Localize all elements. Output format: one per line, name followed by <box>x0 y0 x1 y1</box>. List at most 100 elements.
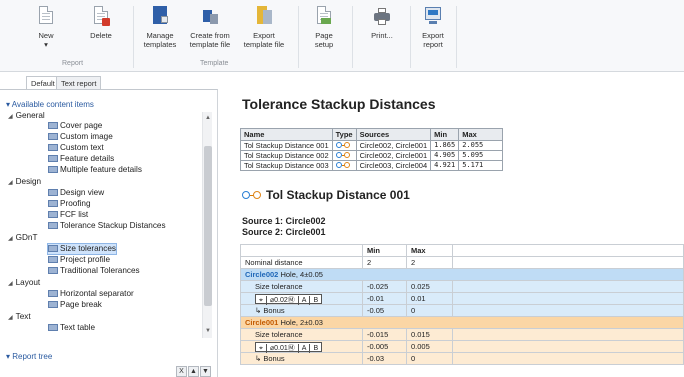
move-down-button[interactable]: ▼ <box>200 366 211 377</box>
report-preview: Tolerance Stackup Distances Name Type So… <box>232 90 684 377</box>
content-items-scrollbar[interactable]: ▲ ▼ <box>202 112 212 338</box>
list-item[interactable]: Traditional Tolerances <box>48 266 140 276</box>
list-item[interactable]: Cover page <box>48 121 102 131</box>
circle-link[interactable]: Circle002 <box>245 270 278 279</box>
page-setup-button[interactable]: Page setup <box>310 6 338 49</box>
expand-triangle-icon: ◢ <box>8 114 13 120</box>
stackup-icon <box>48 222 58 229</box>
distance-type-icon <box>242 191 262 200</box>
list-item-selected[interactable]: Size tolerances <box>47 243 117 255</box>
page-title: Tolerance Stackup Distances <box>242 96 436 112</box>
category-layout[interactable]: ◢ Layout <box>8 278 40 288</box>
list-item[interactable]: Text table <box>48 323 95 333</box>
ribbon-separator <box>456 6 457 68</box>
feature-icon <box>48 155 58 162</box>
export-report-icon <box>424 6 442 28</box>
list-item[interactable]: Design view <box>48 188 104 198</box>
manage-templates-icon <box>151 6 169 28</box>
delete-document-icon <box>92 6 110 28</box>
table-row: Size tolerance -0.015 0.015 <box>240 328 684 342</box>
printer-icon <box>373 6 391 28</box>
available-content-header[interactable]: ▾ Available content items <box>6 100 94 109</box>
new-document-icon <box>37 6 55 28</box>
position-icon: ⌖ <box>256 296 267 306</box>
export-report-button[interactable]: Export report <box>418 6 448 49</box>
image-icon <box>48 133 58 140</box>
table-header-row: Min Max <box>240 244 684 257</box>
list-item[interactable]: Proofing <box>48 199 91 209</box>
cover-page-icon <box>48 122 58 129</box>
table-row: Size tolerance -0.025 0.025 <box>240 280 684 293</box>
category-gdnt[interactable]: ◢ GDnT <box>8 233 37 243</box>
ribbon-separator <box>133 6 134 68</box>
size-tolerance-icon <box>48 245 58 252</box>
proofing-icon <box>48 200 58 207</box>
list-item[interactable]: Horizontal separator <box>48 289 134 299</box>
distance-type-icon <box>335 162 350 169</box>
category-text[interactable]: ◢ Text <box>8 312 31 322</box>
create-from-template-icon <box>201 6 219 28</box>
report-tree-header[interactable]: ▾ Report tree <box>6 352 52 361</box>
category-design[interactable]: ◢ Design <box>8 177 41 187</box>
tab-text-report[interactable]: Text report <box>56 76 102 89</box>
ribbon-separator <box>298 6 299 68</box>
move-up-button[interactable]: ▲ <box>188 366 199 377</box>
separator-icon <box>48 290 58 297</box>
list-item[interactable]: FCF list <box>48 210 88 220</box>
list-item[interactable]: Feature details <box>48 154 114 164</box>
table-row: ⌖ ⌀0.02Ⓜ A B -0.01 0.01 <box>240 292 684 306</box>
manage-templates-button[interactable]: Manage templates <box>142 6 178 49</box>
scroll-thumb[interactable] <box>204 146 212 306</box>
column-header: Min <box>362 244 407 257</box>
table-row: ↳ Bonus -0.05 0 <box>240 304 684 318</box>
position-icon: ⌖ <box>256 344 267 354</box>
column-header: Min <box>430 128 460 141</box>
list-item[interactable]: Multiple feature details <box>48 165 142 175</box>
new-button[interactable]: New ▾ <box>34 6 58 49</box>
detail-title: Tol Stackup Distance 001 <box>242 188 410 202</box>
source-2-label: Source 2: Circle001 <box>242 227 326 237</box>
list-item[interactable]: Custom text <box>48 143 104 153</box>
remove-button[interactable]: X <box>176 366 187 377</box>
create-from-template-button[interactable]: Create from template file <box>188 6 232 49</box>
table-row: ⌖ ⌀0.01Ⓜ A B -0.005 0.005 <box>240 340 684 354</box>
column-header: Max <box>458 128 504 141</box>
group-label-template: Template <box>200 60 229 67</box>
list-item[interactable]: Page break <box>48 300 102 310</box>
delete-button[interactable]: Delete <box>86 6 116 40</box>
column-header: Max <box>406 244 453 257</box>
export-template-icon <box>255 6 273 28</box>
tolerance-icon <box>48 267 58 274</box>
ribbon-separator <box>410 6 411 68</box>
page-break-icon <box>48 301 58 308</box>
list-item[interactable]: Project profile <box>48 255 110 265</box>
feature-control-frame: ⌖ ⌀0.01Ⓜ A B <box>255 342 323 354</box>
table-row: Tol Stackup Distance 002 Circle002, Circ… <box>240 150 504 161</box>
table-row: Circle002 Hole, 4±0.05 <box>240 268 684 281</box>
circle-link[interactable]: Circle001 <box>245 318 278 327</box>
table-row: Nominal distance 2 2 <box>240 256 684 269</box>
text-icon <box>48 144 58 151</box>
detail-table: Min Max Nominal distance 2 2 Circle002 H… <box>240 244 684 366</box>
scroll-down-arrow-icon[interactable]: ▼ <box>204 327 212 336</box>
table-row: Tol Stackup Distance 003 Circle003, Circ… <box>240 160 504 171</box>
column-header: Name <box>240 128 333 141</box>
column-header: Sources <box>355 128 432 141</box>
group-label-report: Report <box>62 60 84 67</box>
table-row: Tol Stackup Distance 001 Circle002, Circ… <box>240 140 504 151</box>
export-template-button[interactable]: Export template file <box>242 6 286 49</box>
feature-icon <box>48 166 58 173</box>
page-setup-icon <box>315 6 333 28</box>
expand-triangle-icon: ◢ <box>8 315 13 321</box>
tab-default[interactable]: Default <box>26 76 60 89</box>
category-general[interactable]: ◢ General <box>8 111 45 121</box>
list-item[interactable]: Custom image <box>48 132 113 142</box>
scroll-up-arrow-icon[interactable]: ▲ <box>204 114 212 123</box>
print-button[interactable]: Print... <box>368 6 396 40</box>
list-item[interactable]: Tolerance Stackup Distances <box>48 221 166 231</box>
expand-triangle-icon: ◢ <box>8 236 13 242</box>
table-icon <box>48 324 58 331</box>
expand-triangle-icon: ◢ <box>8 180 13 186</box>
distance-type-icon <box>335 142 350 149</box>
source-1-label: Source 1: Circle002 <box>242 216 326 226</box>
